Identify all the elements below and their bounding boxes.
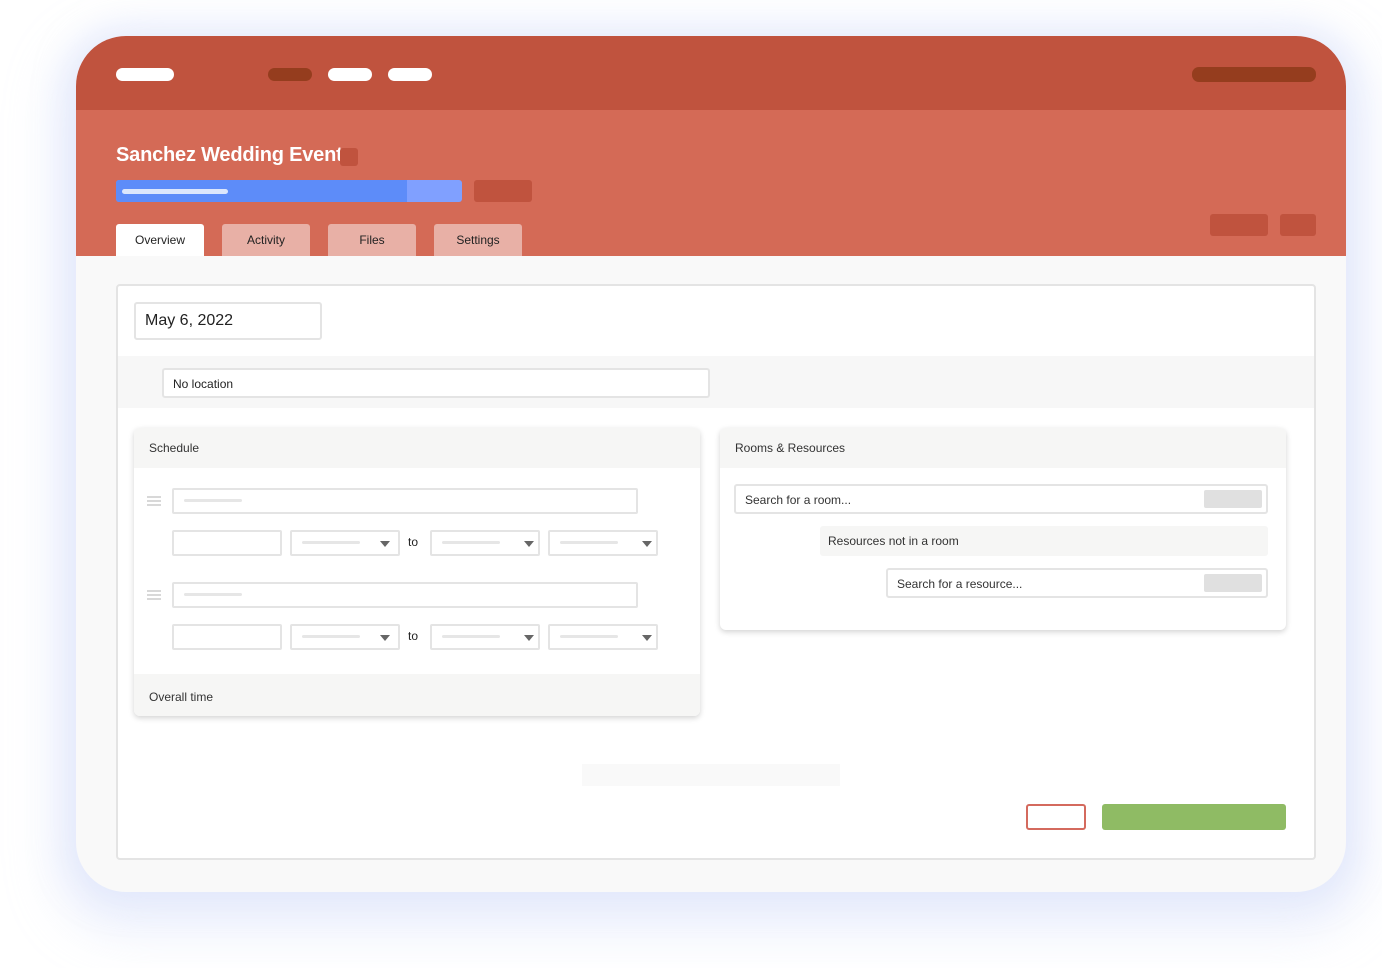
- end-date-select[interactable]: [548, 624, 658, 650]
- nav-item[interactable]: [328, 68, 372, 81]
- chevron-down-icon: [380, 635, 390, 641]
- room-search-placeholder: Search for a room...: [745, 493, 852, 507]
- rooms-resources-title: Rooms & Resources: [720, 428, 1286, 468]
- schedule-date-input[interactable]: [172, 530, 282, 556]
- logo-pill[interactable]: [116, 68, 174, 81]
- event-header: Sanchez Wedding Event Overview Activity …: [76, 110, 1346, 256]
- chevron-down-icon: [642, 541, 652, 547]
- save-button[interactable]: [1102, 804, 1286, 830]
- start-time-select[interactable]: [290, 624, 400, 650]
- schedule-card: Schedule to to Overall time: [134, 428, 700, 716]
- range-separator: to: [408, 629, 419, 643]
- tab-bar: Overview Activity Files Settings: [116, 224, 522, 256]
- tab-overview[interactable]: Overview: [116, 224, 204, 256]
- page-title: Sanchez Wedding Event: [116, 144, 343, 166]
- room-search-button[interactable]: [1204, 490, 1262, 508]
- schedule-item-name-input[interactable]: [172, 582, 638, 608]
- tab-settings[interactable]: Settings: [434, 224, 522, 256]
- top-nav-bar: [76, 36, 1346, 110]
- app-window: Sanchez Wedding Event Overview Activity …: [76, 36, 1346, 892]
- header-secondary-button[interactable]: [1210, 214, 1268, 236]
- account-menu[interactable]: [1192, 67, 1316, 82]
- schedule-title: Schedule: [134, 428, 700, 468]
- chevron-down-icon: [642, 635, 652, 641]
- tab-files[interactable]: Files: [328, 224, 416, 256]
- location-section: No location: [118, 356, 1314, 408]
- rooms-resources-card: Rooms & Resources Search for a room... R…: [720, 428, 1286, 630]
- nav-item[interactable]: [388, 68, 432, 81]
- drag-handle-icon[interactable]: [147, 496, 161, 507]
- end-time-select[interactable]: [430, 624, 540, 650]
- resource-search-input[interactable]: Search for a resource...: [886, 568, 1268, 598]
- header-more-button[interactable]: [1280, 214, 1316, 236]
- schedule-item-name-input[interactable]: [172, 488, 638, 514]
- chevron-down-icon: [524, 635, 534, 641]
- end-time-select[interactable]: [430, 530, 540, 556]
- status-placeholder: [582, 764, 840, 786]
- chevron-down-icon: [524, 541, 534, 547]
- overview-panel: May 6, 2022 No location Schedule to to O…: [116, 284, 1316, 860]
- resource-search-placeholder: Search for a resource...: [897, 577, 1023, 591]
- range-separator: to: [408, 535, 419, 549]
- room-search-input[interactable]: Search for a room...: [734, 484, 1268, 514]
- nav-item-active[interactable]: [268, 68, 312, 81]
- drag-handle-icon[interactable]: [147, 590, 161, 601]
- overall-time-label: Overall time: [134, 674, 700, 716]
- header-action-button[interactable]: [474, 180, 532, 202]
- schedule-date-input[interactable]: [172, 624, 282, 650]
- location-field[interactable]: No location: [162, 368, 710, 398]
- end-date-select[interactable]: [548, 530, 658, 556]
- date-field[interactable]: May 6, 2022: [134, 302, 322, 340]
- resource-search-button[interactable]: [1204, 574, 1262, 592]
- progress-bar: [116, 180, 462, 202]
- start-time-select[interactable]: [290, 530, 400, 556]
- status-square-icon[interactable]: [340, 148, 358, 166]
- cancel-button[interactable]: [1026, 804, 1086, 830]
- resources-not-in-room-label: Resources not in a room: [820, 526, 1268, 556]
- progress-label-placeholder: [122, 189, 228, 194]
- tab-activity[interactable]: Activity: [222, 224, 310, 256]
- chevron-down-icon: [380, 541, 390, 547]
